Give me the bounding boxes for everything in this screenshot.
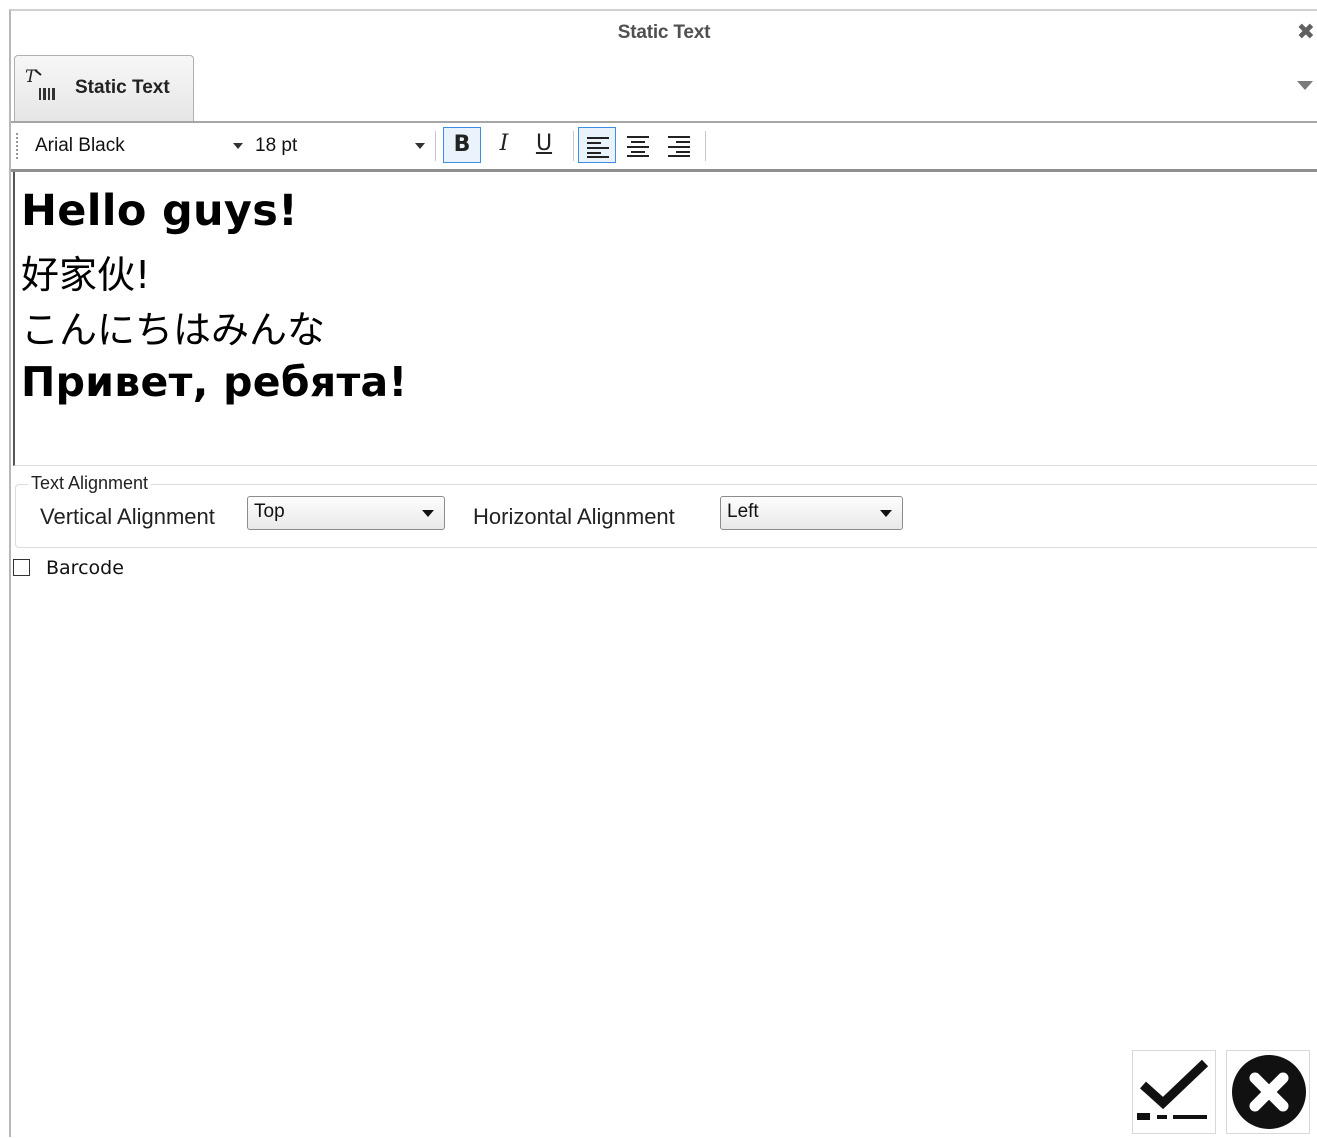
align-center-button[interactable] bbox=[619, 127, 657, 163]
horizontal-alignment-label: Horizontal Alignment bbox=[473, 504, 675, 529]
format-toolbar: Arial Black 18 pt B I U bbox=[11, 123, 1317, 172]
close-icon[interactable]: ✖ bbox=[1297, 19, 1315, 45]
vertical-alignment-label: Vertical Alignment bbox=[40, 504, 215, 529]
editor-line: Hello guys! bbox=[21, 186, 299, 236]
text-editor[interactable]: Hello guys! 好家伙! こんにちはみんな Привет, ребята… bbox=[13, 172, 1317, 466]
align-right-icon bbox=[668, 135, 690, 157]
underline-button[interactable]: U bbox=[525, 127, 563, 163]
barcode-label[interactable]: Barcode bbox=[46, 557, 124, 579]
chevron-down-icon[interactable] bbox=[415, 143, 425, 149]
font-size-select[interactable]: 18 pt bbox=[249, 130, 425, 160]
tab-strip: T Static Text bbox=[11, 55, 1317, 123]
static-text-icon: T bbox=[25, 67, 55, 100]
font-family-select[interactable]: Arial Black bbox=[27, 130, 243, 160]
toolbar-grip[interactable] bbox=[16, 133, 21, 159]
horizontal-alignment-select[interactable]: Left bbox=[720, 496, 903, 530]
editor-line: 好家伙! bbox=[21, 253, 151, 297]
bold-button[interactable]: B bbox=[443, 127, 481, 163]
text-alignment-legend: Text Alignment bbox=[28, 473, 152, 494]
static-text-dialog: Static Text ✖ T Static Text Arial Black … bbox=[9, 9, 1317, 1137]
toolbar-separator bbox=[573, 131, 574, 161]
barcode-checkbox[interactable] bbox=[13, 559, 30, 576]
text-alignment-group: Text Alignment Vertical Alignment Top Ho… bbox=[15, 473, 1317, 548]
tab-static-text[interactable]: T Static Text bbox=[14, 55, 194, 121]
toolbar-separator bbox=[705, 131, 706, 161]
editor-line: こんにちはみんな bbox=[21, 308, 326, 352]
chevron-down-icon bbox=[422, 510, 434, 517]
cancel-button[interactable] bbox=[1226, 1050, 1310, 1134]
align-left-button[interactable] bbox=[578, 127, 616, 163]
font-size-value: 18 pt bbox=[255, 135, 298, 156]
window-title: Static Text bbox=[617, 22, 711, 43]
title-bar: Static Text ✖ bbox=[11, 11, 1317, 55]
align-left-icon bbox=[587, 136, 609, 158]
vertical-alignment-select[interactable]: Top bbox=[247, 496, 445, 530]
ok-button[interactable] bbox=[1132, 1050, 1216, 1134]
checkmark-icon bbox=[1137, 1059, 1209, 1120]
chevron-down-icon bbox=[880, 510, 892, 517]
align-center-icon bbox=[627, 135, 649, 157]
chevron-down-icon[interactable] bbox=[1297, 81, 1313, 90]
font-family-value: Arial Black bbox=[35, 135, 125, 156]
editor-line: Привет, ребята! bbox=[21, 358, 408, 406]
horizontal-alignment-value: Left bbox=[727, 501, 759, 522]
toolbar-separator bbox=[435, 131, 436, 161]
tab-label: Static Text bbox=[75, 77, 170, 98]
vertical-alignment-value: Top bbox=[254, 501, 285, 522]
italic-button[interactable]: I bbox=[485, 127, 523, 163]
align-right-button[interactable] bbox=[660, 127, 698, 163]
cancel-circle-icon bbox=[1232, 1055, 1306, 1129]
chevron-down-icon[interactable] bbox=[233, 143, 243, 149]
